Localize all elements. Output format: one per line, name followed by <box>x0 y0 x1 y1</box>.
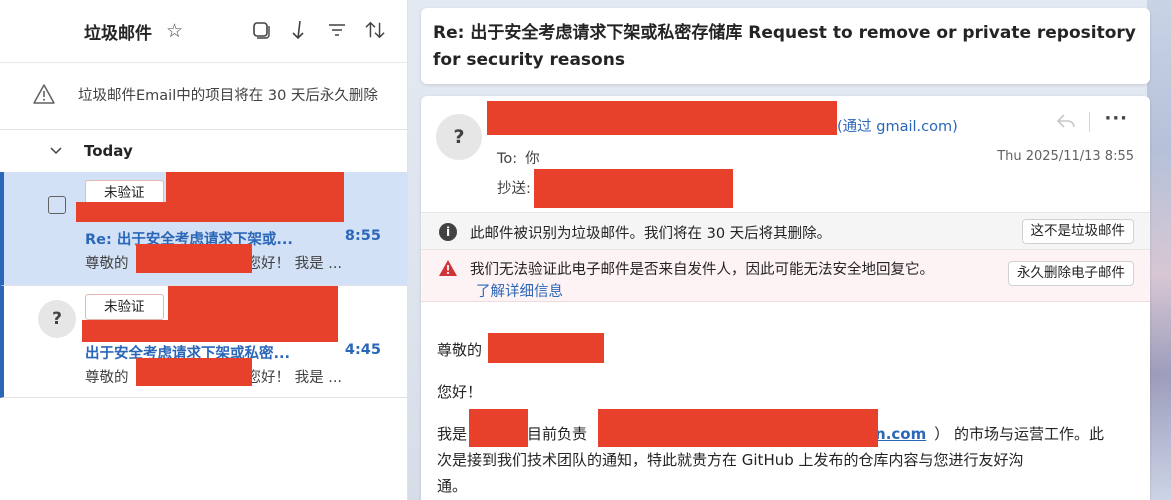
to-line: To: 你 <box>497 147 540 168</box>
jump-down-icon[interactable] <box>289 18 309 42</box>
more-options-icon[interactable]: ··· <box>1104 108 1128 129</box>
cc-label: 抄送: <box>497 181 531 197</box>
message-list-pane: 垃圾邮件 ☆ 垃圾邮件Email中的项目将在 30 天后永久删除 Today 未… <box>0 0 408 500</box>
warning-icon <box>438 259 458 277</box>
message-item[interactable]: ? 未验证 出于安全考虑请求下架或私密... 4:45 尊敬的 您好！ 我是 ..… <box>0 286 407 398</box>
toolbar-divider <box>1089 112 1090 132</box>
body-line-3: 通。 <box>437 477 468 495</box>
body-line-2: 次是接到我们技术团队的通知，特此就贵方在 GitHub 上发布的仓库内容与您进行… <box>437 451 1024 469</box>
delete-permanently-button[interactable]: 永久删除电子邮件 <box>1008 261 1134 286</box>
junk-info-bar: i 此邮件被识别为垃圾邮件。我们将在 30 天后将其删除。 这不是垃圾邮件 <box>421 212 1150 250</box>
email-date: Thu 2025/11/13 8:55 <box>997 149 1134 164</box>
subject-card: Re: 出于安全考虑请求下架或私密存储库 Request to remove o… <box>421 8 1150 84</box>
redacted-sender-name-body <box>469 409 528 447</box>
preview-end: 您好！ 我是 ... <box>246 256 343 272</box>
redacted-sender <box>168 286 338 320</box>
preview-start: 尊敬的 <box>85 370 129 386</box>
select-checkbox[interactable] <box>48 196 66 214</box>
sender-avatar[interactable]: ? <box>436 114 482 160</box>
to-label: To: <box>497 151 518 167</box>
to-recipient: 你 <box>525 151 540 167</box>
intro-start: 我是 <box>437 425 468 443</box>
redacted-recipient-name <box>488 333 604 363</box>
greeting-text: 尊敬的 <box>437 341 483 359</box>
intro-mid: 目前负责 <box>527 425 588 443</box>
junk-retention-notice: 垃圾邮件Email中的项目将在 30 天后永久删除 <box>0 62 407 130</box>
preview-end: 您好！ 我是 ... <box>246 370 343 386</box>
verification-warning-bar: 我们无法验证此电子邮件是否来自发件人，因此可能无法安全地回复它。 了解详细信息 … <box>421 250 1150 302</box>
intro-end: ） 的市场与运营工作。此 <box>934 425 1105 443</box>
warning-icon <box>32 83 58 109</box>
redacted-name <box>136 358 252 386</box>
info-icon: i <box>439 223 457 241</box>
preview-start: 尊敬的 <box>85 256 129 272</box>
company-link[interactable]: n.com <box>875 425 926 443</box>
reply-icon[interactable] <box>1056 112 1076 132</box>
sort-icon[interactable] <box>365 18 385 42</box>
unverified-badge: 未验证 <box>85 294 164 320</box>
verify-warning-text: 我们无法验证此电子邮件是否来自发件人，因此可能无法安全地回复它。 <box>470 262 934 278</box>
learn-more-link[interactable]: 了解详细信息 <box>476 280 563 301</box>
message-time: 4:45 <box>344 342 381 358</box>
not-junk-button[interactable]: 这不是垃圾邮件 <box>1021 219 1134 244</box>
chevron-down-icon[interactable] <box>50 143 62 159</box>
redacted-sender <box>166 172 344 202</box>
body-greeting: 尊敬的 <box>437 337 482 363</box>
sender-avatar: ? <box>38 300 76 338</box>
favorite-star-icon[interactable]: ☆ <box>166 20 183 42</box>
junk-notice-text: 此邮件被识别为垃圾邮件。我们将在 30 天后将其删除。 <box>470 226 832 242</box>
body-hello: 您好！ <box>437 383 483 401</box>
list-toolbar <box>251 18 385 42</box>
filter-icon[interactable] <box>327 18 347 42</box>
email-subject: Re: 出于安全考虑请求下架或私密存储库 Request to remove o… <box>433 23 1136 70</box>
group-header-today[interactable]: Today <box>0 130 407 172</box>
list-header: 垃圾邮件 ☆ <box>0 0 407 62</box>
desktop-wallpaper <box>1147 0 1171 500</box>
message-item[interactable]: 未验证 Re: 出于安全考虑请求下架或... 8:55 尊敬的 您好！ 我是 ..… <box>0 172 407 286</box>
notice-text: 垃圾邮件Email中的项目将在 30 天后永久删除 <box>78 88 378 104</box>
reading-pane: ? (通过 gmail.com) ··· To: 你 Thu 2025/11/13… <box>421 96 1150 500</box>
message-time: 8:55 <box>344 228 381 244</box>
redacted-cc <box>534 169 733 208</box>
folder-title: 垃圾邮件 <box>84 23 152 44</box>
select-mode-icon[interactable] <box>251 18 271 42</box>
redacted-sender-name <box>487 101 837 135</box>
redacted-name <box>136 244 252 273</box>
redacted-sender-line <box>82 320 338 342</box>
via-domain: (通过 gmail.com) <box>837 119 958 135</box>
redacted-company <box>598 409 878 447</box>
group-title: Today <box>84 142 133 160</box>
redacted-sender-line <box>76 202 344 222</box>
